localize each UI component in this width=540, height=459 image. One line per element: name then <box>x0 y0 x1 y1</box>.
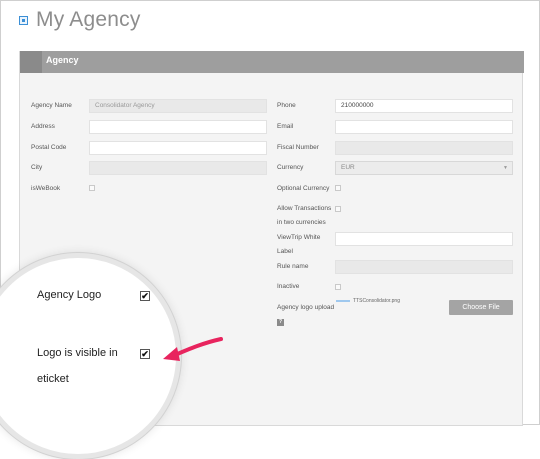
viewtrip-label-line2: Label <box>277 248 293 255</box>
agency-name-label: Agency Name <box>31 102 72 109</box>
logo-visible-label-line1: Logo is visible in <box>37 347 118 359</box>
phone-field[interactable]: 210000000 <box>335 99 513 113</box>
checkmark-icon: ✔ <box>141 349 149 359</box>
rule-name-field[interactable] <box>335 260 513 274</box>
optional-currency-checkbox[interactable] <box>335 185 341 191</box>
page-frame: My Agency Agency Agency Name Consolidato… <box>0 0 540 459</box>
page-title-bar: My Agency <box>19 7 141 33</box>
panel-header-title: Agency <box>46 55 79 65</box>
logo-visible-label-line2: eticket <box>37 373 69 385</box>
logo-file-thumbnail <box>336 300 350 302</box>
pointer-arrow-icon <box>163 337 223 361</box>
currency-label: Currency <box>277 164 304 171</box>
fiscal-number-label: Fiscal Number <box>277 144 319 151</box>
agency-icon <box>19 15 28 25</box>
address-label: Address <box>31 123 55 130</box>
fiscal-number-field[interactable] <box>335 141 513 155</box>
iswebook-checkbox[interactable] <box>89 185 95 191</box>
viewtrip-label-line1: ViewTrip White <box>277 234 321 241</box>
panel-header: Agency <box>20 51 524 73</box>
address-field[interactable] <box>89 120 267 134</box>
allow-transactions-label-line2: in two currencies <box>277 219 326 226</box>
email-field[interactable] <box>335 120 513 134</box>
iswebook-label: isWeBook <box>31 185 61 192</box>
agency-logo-checkbox[interactable]: ✔ <box>140 291 150 301</box>
allow-transactions-checkbox[interactable] <box>335 206 341 212</box>
viewtrip-field[interactable] <box>335 232 513 246</box>
city-field[interactable] <box>89 161 267 175</box>
inactive-checkbox[interactable] <box>335 284 341 290</box>
postal-code-label: Postal Code <box>31 144 67 151</box>
city-label: City <box>31 164 43 171</box>
postal-code-field[interactable] <box>89 141 267 155</box>
agency-logo-label: Agency Logo <box>37 289 102 301</box>
email-label: Email <box>277 123 294 130</box>
panel-header-accent <box>20 51 42 73</box>
currency-select-value: EUR <box>341 164 355 171</box>
logo-file-name: TTSConsolidator.png <box>353 298 400 304</box>
logo-upload-label: Agency logo upload <box>277 304 335 311</box>
page-title: My Agency <box>36 8 141 31</box>
inactive-label: Inactive <box>277 283 300 290</box>
currency-select[interactable]: EUR ▼ <box>335 161 513 175</box>
agency-name-field[interactable]: Consolidator Agency <box>89 99 267 113</box>
optional-currency-label: Optional Currency <box>277 185 330 192</box>
rule-name-label: Rule name <box>277 263 309 270</box>
chevron-down-icon: ▼ <box>503 165 508 171</box>
checkmark-icon: ✔ <box>141 291 149 301</box>
logo-visible-checkbox[interactable]: ✔ <box>140 349 150 359</box>
phone-label: Phone <box>277 102 296 109</box>
help-icon[interactable]: ? <box>277 319 284 326</box>
choose-file-button[interactable]: Choose File <box>449 300 513 315</box>
allow-transactions-label-line1: Allow Transactions <box>277 205 332 212</box>
